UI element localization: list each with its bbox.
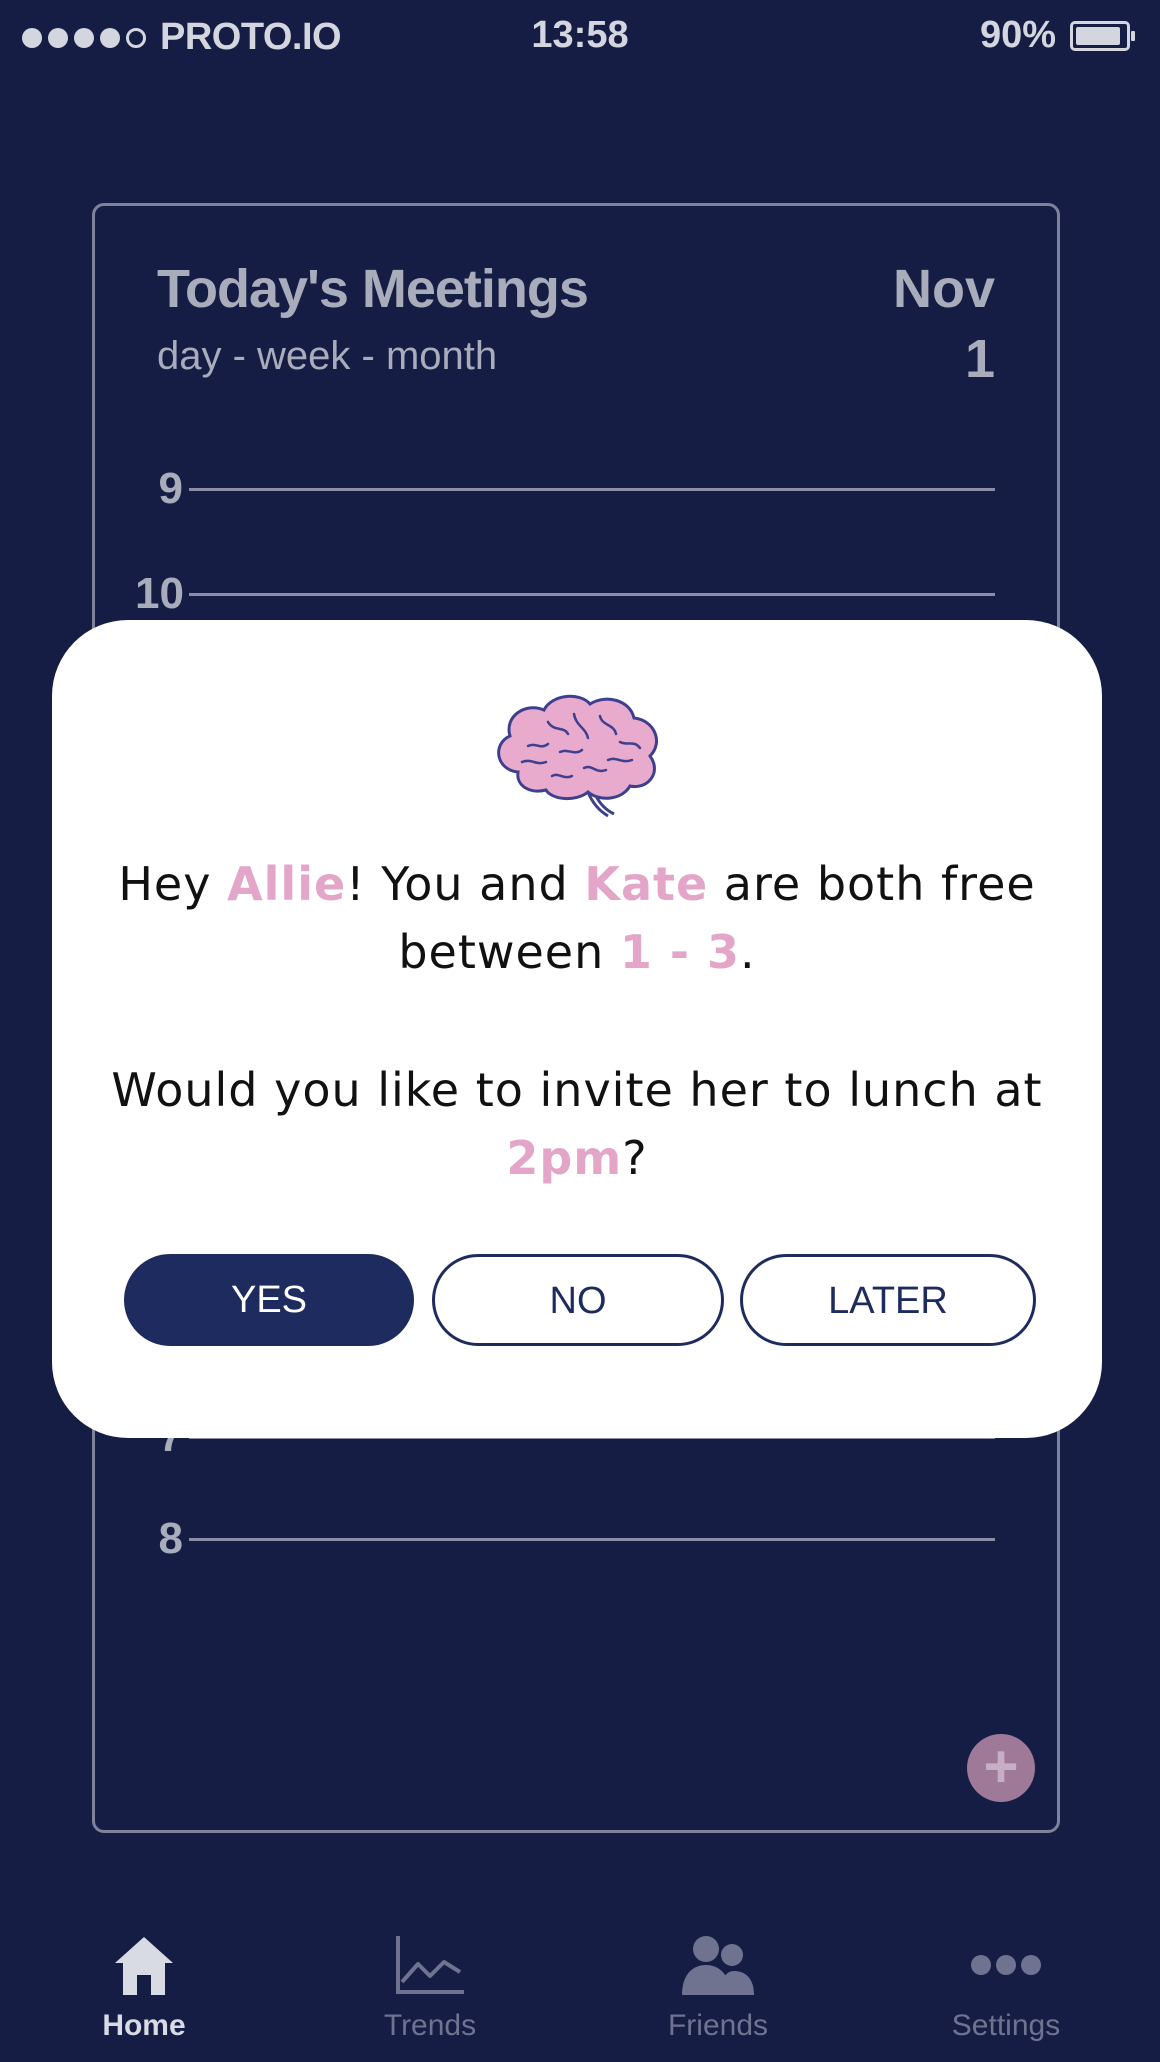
availability-message: Hey Allie! You and Kate are both free be… [92, 850, 1062, 986]
view-option-week[interactable]: week [257, 334, 350, 378]
view-option-day[interactable]: day [157, 334, 222, 378]
tab-settings[interactable]: Settings [906, 1925, 1106, 2043]
suggested-time: 2pm [506, 1131, 623, 1185]
hour-divider [189, 1537, 995, 1541]
friend-name: Kate [584, 857, 709, 911]
view-switcher: day - week - month [157, 334, 497, 379]
trends-icon [396, 1936, 464, 1994]
tab-label: Settings [951, 2009, 1061, 2042]
tab-label: Trends [383, 2009, 477, 2042]
more-icon [971, 1955, 1041, 1975]
user-name: Allie [227, 857, 347, 911]
hour-divider [189, 487, 995, 491]
status-bar: PROTO.IO 13:58 90% [0, 0, 1160, 64]
add-meeting-button[interactable]: + [967, 1734, 1035, 1802]
tab-bar: Home Trends Friends Settings [0, 1925, 1160, 2062]
hour-divider [189, 592, 995, 596]
hour-label: 8 [158, 1514, 183, 1563]
tab-label: Friends [667, 2009, 769, 2042]
view-separator: - [350, 334, 386, 378]
invite-question: Would you like to invite her to lunch at… [92, 1056, 1062, 1192]
tab-trends[interactable]: Trends [330, 1925, 530, 2043]
no-button[interactable]: NO [432, 1254, 724, 1346]
battery-icon [1070, 20, 1135, 51]
brain-icon [497, 694, 659, 818]
card-title: Today's Meetings [157, 259, 589, 319]
later-button[interactable]: LATER [740, 1254, 1036, 1346]
hour-row: 8 [135, 1514, 995, 1564]
tab-label: Home [102, 2009, 186, 2042]
view-separator: - [221, 334, 258, 378]
message-text: Would you like to invite her to lunch at [111, 1063, 1043, 1117]
date-month: Nov [892, 259, 995, 319]
free-time-range: 1 - 3 [619, 925, 741, 979]
hour-label: 10 [135, 569, 184, 618]
message-text: ! You and [346, 857, 585, 911]
date-day: 1 [964, 329, 995, 389]
message-text: ? [622, 1131, 648, 1185]
hour-row: 10 [135, 569, 995, 619]
message-text: . [740, 925, 756, 979]
hour-row: 9 [135, 464, 995, 514]
battery-percent: 90% [979, 14, 1056, 56]
lunch-invite-dialog: Hey Allie! You and Kate are both free be… [52, 620, 1102, 1438]
battery-status: 90% [979, 14, 1135, 57]
view-option-month[interactable]: month [386, 334, 497, 378]
friends-icon [682, 1936, 754, 1995]
yes-button[interactable]: YES [124, 1254, 414, 1346]
home-icon [115, 1937, 173, 1995]
tab-friends[interactable]: Friends [618, 1925, 818, 2043]
hour-label: 9 [158, 464, 183, 513]
tab-home[interactable]: Home [44, 1925, 244, 2043]
message-text: Hey [118, 857, 228, 911]
